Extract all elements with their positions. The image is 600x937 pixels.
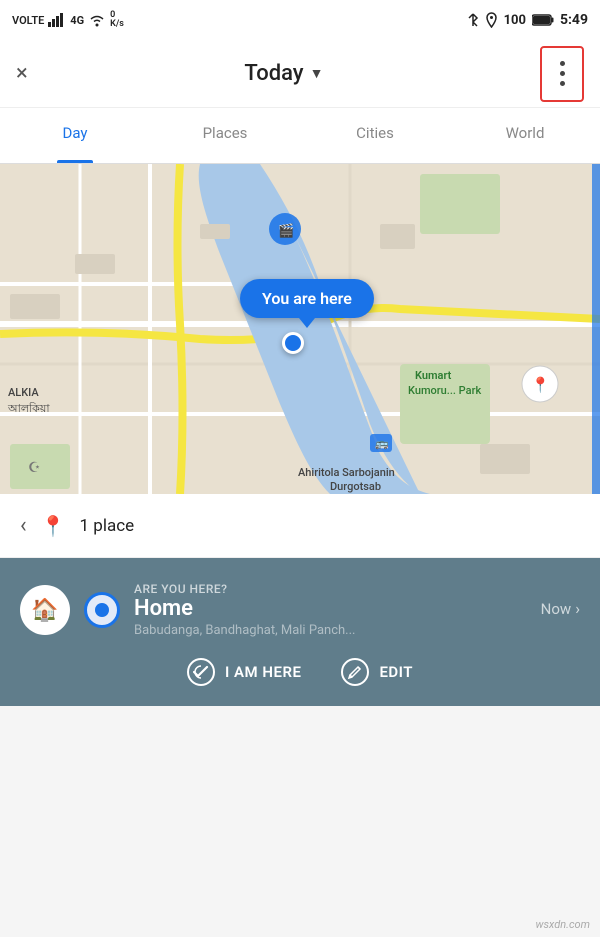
checkmark-icon [193,665,209,679]
map-svg: ☪ 🚌 📍 🎬 [0,164,600,494]
speed-label: 0K/s [110,11,124,29]
location-status-icon [485,12,498,28]
location-info: ARE YOU HERE? Home Now › Babudanga, Band… [134,582,580,638]
battery-icon [532,14,554,26]
edit-label: EDIT [379,663,413,681]
edit-button[interactable]: EDIT [341,658,413,686]
status-right: 100 5:49 [467,12,588,28]
back-button[interactable]: ‹ [20,513,27,538]
location-dot-inner [95,603,109,617]
place-count-label: 1 place [80,516,135,536]
map-area[interactable]: ☪ 🚌 📍 🎬 You are here ALKIA আলকিয়া Kumar… [0,164,600,494]
menu-dot-3 [560,81,565,86]
svg-text:📍: 📍 [531,376,550,394]
you-are-here-label: You are here [240,279,374,318]
battery-label: 100 [504,13,526,28]
map-edge-bar [592,164,600,494]
svg-text:☪: ☪ [28,460,41,476]
today-title: Today ▼ [244,61,323,86]
are-you-here-label: ARE YOU HERE? [134,582,580,596]
location-entry: 🏠 ARE YOU HERE? Home Now › Babudanga, Ba… [20,582,580,638]
tab-day-label: Day [63,124,88,142]
close-button[interactable]: × [16,61,28,86]
home-title: Home [134,596,193,621]
4g-label: 4G [70,14,84,27]
summary-bar: ‹ 📍 1 place [0,494,600,558]
tab-cities[interactable]: Cities [300,108,450,163]
status-bar: VOLTE 4G 0K/s 100 [0,0,600,40]
user-location-dot [282,332,304,354]
tab-world-label: World [506,124,545,142]
status-left: VOLTE 4G 0K/s [12,11,124,29]
i-am-here-button[interactable]: I AM HERE [187,658,301,686]
home-icon: 🏠 [31,598,58,623]
watermark: wsxdn.com [536,918,590,931]
home-title-row: Home Now › [134,596,580,621]
now-text: Now [541,600,572,618]
check-circle-icon [187,658,215,686]
chevron-right-icon[interactable]: › [575,599,580,618]
top-bar: × Today ▼ [0,40,600,108]
tab-bar: Day Places Cities World [0,108,600,164]
signal-icon [48,13,66,27]
pin-icon: 📍 [41,514,66,538]
svg-text:🎬: 🎬 [278,223,294,239]
edit-circle-icon [341,658,369,686]
menu-dot-1 [560,61,565,66]
tab-world[interactable]: World [450,108,600,163]
location-dot-indicator [84,592,120,628]
bottom-panel: 🏠 ARE YOU HERE? Home Now › Babudanga, Ba… [0,558,600,706]
svg-text:🚌: 🚌 [375,437,389,450]
bluetooth-icon [467,12,479,28]
address-label: Babudanga, Bandhaghat, Mali Panch... [134,623,580,638]
pencil-icon [348,665,362,679]
wifi-icon [88,13,106,27]
home-icon-circle: 🏠 [20,585,70,635]
today-dropdown-arrow[interactable]: ▼ [310,65,324,82]
tab-places-label: Places [203,124,248,142]
time-label: 5:49 [560,12,588,28]
menu-dot-2 [560,71,565,76]
today-text: Today [244,61,303,86]
tab-day[interactable]: Day [0,108,150,163]
tab-cities-label: Cities [356,124,394,142]
now-label: Now › [541,599,580,618]
overflow-menu-button[interactable] [540,46,584,102]
tab-places[interactable]: Places [150,108,300,163]
action-buttons: I AM HERE EDIT [20,658,580,686]
carrier-label: VOLTE [12,14,44,27]
i-am-here-label: I AM HERE [225,663,301,681]
